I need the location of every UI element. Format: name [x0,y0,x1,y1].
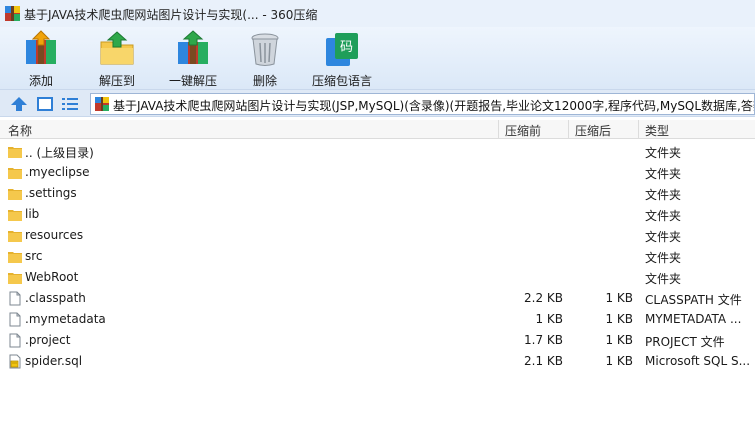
app-archive-icon [5,6,20,21]
delete-button[interactable]: 删除 [242,27,288,89]
file-row[interactable]: .classpath 2.2 KB 1 KB CLASSPATH 文件 [0,288,755,309]
path-text: 基于JAVA技术爬虫爬网站图片设计与实现(JSP,MySQL)(含录像)(开题报… [113,99,755,113]
column-divider[interactable] [498,120,499,139]
archive-language-label: 压缩包语言 [311,74,372,88]
one-click-extract-icon [178,30,208,64]
add-label: 添加 [28,74,53,88]
file-packed-size: 1 KB [605,354,633,368]
file-row[interactable]: .project 1.7 KB 1 KB PROJECT 文件 [0,330,755,351]
file-name: WebRoot [25,270,79,284]
file-size: 1.7 KB [524,333,563,347]
title-bar: 基于JAVA技术爬虫爬网站图片设计与实现(... - 360压缩 [0,0,755,27]
add-archive-icon [26,30,56,64]
column-size-header[interactable]: 压缩前 [505,122,541,139]
delete-label: 删除 [252,74,277,88]
file-row[interactable]: .. (上级目录) 文件夹 [0,141,755,162]
folder-icon [8,189,22,200]
folder-icon [8,168,22,179]
language-badge-text: 码 [340,40,353,55]
folder-icon [8,273,22,284]
file-row[interactable]: .mymetadata 1 KB 1 KB MYMETADATA ... [0,309,755,330]
column-packed-header[interactable]: 压缩后 [575,122,611,139]
folder-icon [8,252,22,263]
file-name: spider.sql [25,354,83,368]
up-arrow-icon[interactable] [10,95,28,113]
archive-path-icon [95,97,109,111]
file-size: 2.1 KB [524,354,563,368]
delete-trash-icon [251,33,279,66]
file-type: PROJECT 文件 [645,335,725,349]
file-row[interactable]: .myeclipse 文件夹 [0,162,755,183]
file-size: 2.2 KB [524,291,563,305]
archive-language-icon: 码 [326,33,358,66]
file-type: Microsoft SQL S... [645,354,751,368]
window-title: 基于JAVA技术爬虫爬网站图片设计与实现(... - 360压缩 [24,8,318,22]
column-divider[interactable] [638,120,639,139]
file-name: src [25,249,43,263]
file-row[interactable]: resources 文件夹 [0,225,755,246]
file-type: 文件夹 [645,167,682,181]
folder-icon [8,147,22,158]
file-packed-size: 1 KB [605,291,633,305]
list-view-icon[interactable] [61,95,79,113]
file-type: 文件夹 [645,188,682,202]
toolbar: 添加 解压到 一键解压 删除 码 压缩包语言 [0,27,755,89]
file-type: 文件夹 [645,209,682,223]
file-row[interactable]: WebRoot 文件夹 [0,267,755,288]
file-type: MYMETADATA ... [645,312,742,326]
file-icon [9,333,21,348]
file-name: .. (上级目录) [25,146,94,160]
address-bar: 基于JAVA技术爬虫爬网站图片设计与实现(JSP,MySQL)(含录像)(开题报… [0,89,755,117]
one-click-extract-button[interactable]: 一键解压 [164,27,222,89]
file-size: 1 KB [535,312,563,326]
file-name: resources [25,228,84,242]
file-list: .. (上级目录) 文件夹 .myeclipse 文件夹 .settings 文件夹 lib… [0,141,755,372]
column-type-header[interactable]: 类型 [645,122,669,139]
file-packed-size: 1 KB [605,312,633,326]
sql-file-icon [9,354,21,369]
file-row[interactable]: src 文件夹 [0,246,755,267]
extract-to-label: 解压到 [98,74,135,88]
extract-to-icon [100,31,134,65]
one-click-extract-label: 一键解压 [168,74,217,88]
file-row[interactable]: spider.sql 2.1 KB 1 KB Microsoft SQL S... [0,351,755,372]
column-name-header[interactable]: 名称 [8,122,32,139]
file-list-header: 名称 压缩前 压缩后 类型 [0,120,755,139]
file-type: 文件夹 [645,251,682,265]
file-name: .mymetadata [25,312,106,326]
file-type: 文件夹 [645,230,682,244]
extract-to-button[interactable]: 解压到 [92,27,142,89]
file-name: .project [25,333,71,347]
add-button[interactable]: 添加 [16,27,66,89]
file-row[interactable]: .settings 文件夹 [0,183,755,204]
folder-icon [8,210,22,221]
file-name: lib [25,207,40,221]
file-type: 文件夹 [645,272,682,286]
file-row[interactable]: lib 文件夹 [0,204,755,225]
file-type: CLASSPATH 文件 [645,293,742,307]
large-icon-view-icon[interactable] [36,95,54,113]
file-packed-size: 1 KB [605,333,633,347]
column-divider[interactable] [568,120,569,139]
file-icon [9,291,21,306]
archive-language-button[interactable]: 码 压缩包语言 [308,27,376,89]
file-name: .settings [25,186,77,200]
file-type: 文件夹 [645,146,682,160]
folder-icon [8,231,22,242]
file-name: .classpath [25,291,86,305]
path-field[interactable]: 基于JAVA技术爬虫爬网站图片设计与实现(JSP,MySQL)(含录像)(开题报… [90,93,755,115]
file-icon [9,312,21,327]
file-name: .myeclipse [25,165,90,179]
